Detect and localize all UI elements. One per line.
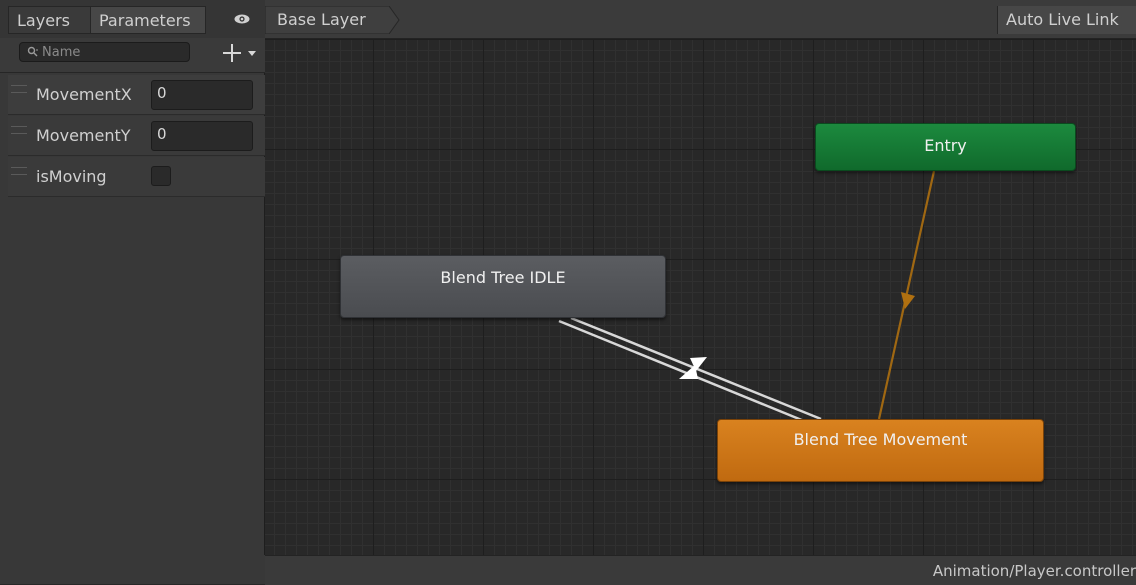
parameter-row[interactable]: isMoving [8,157,265,197]
parameter-value-field[interactable]: 0 [151,121,253,151]
parameter-name: MovementX [36,85,132,104]
panel-tabs: Layers Parameters [0,0,265,39]
parameter-name: MovementY [36,126,131,145]
drag-handle-icon[interactable] [11,167,27,175]
panel-footer [0,555,265,584]
controller-path: Animation/Player.controller [932,562,1136,580]
rows-gutter [0,75,8,197]
state-entry[interactable]: Entry [815,123,1076,171]
parameter-row[interactable]: MovementY 0 [8,116,265,156]
parameter-checkbox[interactable] [151,166,171,186]
breadcrumb[interactable]: Base Layer [265,6,401,34]
auto-live-link-button[interactable]: Auto Live Link [997,6,1136,34]
parameter-row[interactable]: MovementX 0 [8,75,265,115]
graph-toolbar: Base Layer Auto Live Link [265,0,1136,39]
drag-handle-icon[interactable] [11,85,27,93]
tab-parameters[interactable]: Parameters [90,6,206,34]
tab-layers[interactable]: Layers [8,6,90,34]
eye-icon[interactable] [234,14,250,24]
breadcrumb-base-layer[interactable]: Base Layer [277,10,366,29]
search-input[interactable] [42,43,182,61]
search-row [0,38,265,73]
parameter-value-field[interactable]: 0 [151,80,253,110]
add-parameter-button[interactable] [220,42,260,64]
parameters-panel: Layers Parameters MovementX 0 [0,0,265,584]
chevron-down-icon [248,51,256,56]
parameter-name: isMoving [36,167,107,186]
status-bar: Animation/Player.controller [265,555,1136,585]
state-blend-tree-idle[interactable]: Blend Tree IDLE [340,255,666,318]
search-field[interactable] [19,42,190,62]
search-icon [27,46,38,57]
state-blend-tree-movement[interactable]: Blend Tree Movement [717,419,1044,482]
state-machine-graph[interactable]: Entry Blend Tree IDLE Blend Tree Movemen… [265,39,1136,555]
state-label: Blend Tree Movement [793,430,968,449]
drag-handle-icon[interactable] [11,126,27,134]
transition-movement-to-idle[interactable] [558,319,810,425]
state-label: Blend Tree IDLE [440,268,566,287]
